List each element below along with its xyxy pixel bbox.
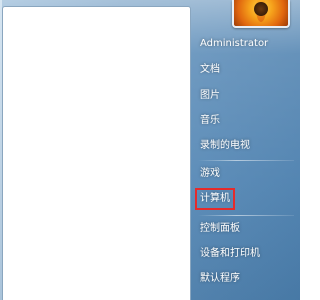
start-menu: Administrator 文档 图片 音乐 录制的电视 游戏 计算机 控制面板… [0,0,300,300]
user-avatar[interactable] [232,0,290,28]
menu-item-default-programs[interactable]: 默认程序 [196,269,296,289]
flower-center [254,2,268,16]
menu-item-pictures[interactable]: 图片 [196,86,296,106]
menu-item-control-panel[interactable]: 控制面板 [196,219,296,239]
menu-item-documents[interactable]: 文档 [196,60,296,80]
menu-item-music[interactable]: 音乐 [196,111,296,131]
menu-separator [198,160,294,161]
programs-pane [2,6,191,300]
menu-separator [198,215,294,216]
menu-item-recorded-tv[interactable]: 录制的电视 [196,136,296,156]
menu-item-devices-printers[interactable]: 设备和打印机 [196,244,296,264]
menu-item-computer[interactable]: 计算机 [195,188,235,210]
menu-item-games[interactable]: 游戏 [196,164,296,184]
menu-item-user[interactable]: Administrator [196,34,296,54]
